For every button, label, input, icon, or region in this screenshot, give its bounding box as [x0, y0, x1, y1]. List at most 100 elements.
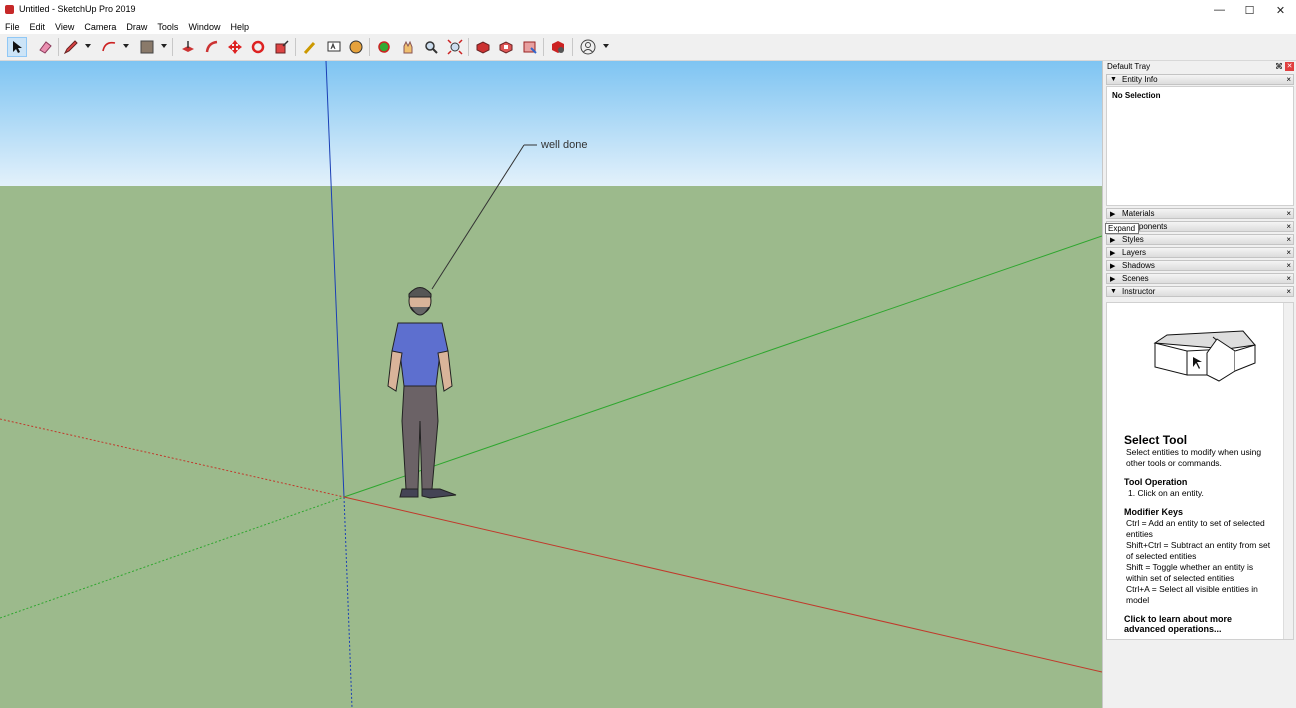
scale-figure-person[interactable]	[387, 287, 457, 499]
collapse-triangle-icon: ▼	[1110, 76, 1117, 83]
panel-shadows[interactable]: ▶ Shadows ×	[1106, 260, 1294, 271]
protractor-tool-button[interactable]	[346, 37, 366, 57]
instructor-scrollbar[interactable]	[1283, 303, 1293, 639]
zoom-extents-tool-button[interactable]	[445, 37, 465, 57]
arc-tool-button[interactable]	[99, 37, 119, 57]
paint-bucket-tool-button[interactable]	[137, 37, 157, 57]
menu-file[interactable]: File	[0, 20, 25, 34]
pencil-tool-button[interactable]	[61, 37, 81, 57]
green-axis-negative	[0, 496, 345, 619]
tape-measure-icon	[303, 41, 316, 55]
rotate-icon	[251, 40, 265, 54]
panel-scenes[interactable]: ▶ Scenes ×	[1106, 273, 1294, 284]
menu-help[interactable]: Help	[225, 20, 254, 34]
text-icon	[327, 41, 341, 52]
extension-warehouse-button[interactable]	[496, 37, 516, 57]
rotate-tool-button[interactable]	[248, 37, 268, 57]
zoom-tool-button[interactable]	[421, 37, 441, 57]
default-tray: Default Tray ⌘ ✕ ▼ Entity Info × No Sele…	[1102, 61, 1296, 708]
menu-draw[interactable]: Draw	[121, 20, 152, 34]
panel-close-icon[interactable]: ×	[1286, 248, 1291, 257]
orbit-tool-button[interactable]	[374, 37, 394, 57]
expand-triangle-icon: ▶	[1110, 250, 1116, 257]
tape-measure-tool-button[interactable]	[300, 37, 320, 57]
panel-layers[interactable]: ▶ Layers ×	[1106, 247, 1294, 258]
pan-tool-button[interactable]	[398, 37, 418, 57]
modifier-keys-heading: Modifier Keys	[1124, 507, 1184, 517]
window-title: Untitled - SketchUp Pro 2019	[19, 4, 136, 14]
follow-me-tool-button[interactable]	[202, 37, 222, 57]
modifier-line: Ctrl+A = Select all visible entities in …	[1126, 584, 1258, 605]
select-icon	[13, 41, 22, 53]
zoom-extents-icon	[447, 39, 463, 55]
layout-icon	[523, 41, 537, 54]
panel-materials[interactable]: ▶ Materials ×	[1106, 208, 1294, 219]
modifier-line: Shift = Toggle whether an entity is with…	[1126, 562, 1254, 583]
extension-manager-button[interactable]	[548, 37, 568, 57]
panel-close-icon[interactable]: ×	[1286, 75, 1291, 84]
red-axis	[343, 496, 1102, 673]
expand-triangle-icon: ▶	[1110, 211, 1116, 218]
layout-button[interactable]	[520, 37, 540, 57]
follow-me-icon	[205, 40, 218, 53]
close-icon[interactable]: ✕	[1265, 0, 1296, 20]
maximize-icon[interactable]: ☐	[1234, 0, 1265, 20]
eraser-tool-button[interactable]	[35, 37, 55, 57]
pan-icon	[403, 40, 413, 54]
red-axis-negative	[0, 418, 345, 498]
zoom-icon	[425, 41, 438, 54]
scale-icon	[275, 40, 289, 54]
menu-tools[interactable]: Tools	[152, 20, 183, 34]
panel-styles[interactable]: ▶ Styles ×	[1106, 234, 1294, 245]
sketchup-logo-icon	[5, 5, 14, 14]
modifier-line: Shift+Ctrl = Subtract an entity from set…	[1126, 540, 1271, 561]
toolbar	[0, 34, 1296, 61]
menu-bar: File Edit View Camera Draw Tools Window …	[0, 20, 1296, 34]
move-tool-button[interactable]	[225, 37, 245, 57]
minimize-icon[interactable]: —	[1204, 0, 1235, 20]
instructor-description: Select entities to modify when using oth…	[1126, 447, 1262, 468]
house-illustration	[1153, 330, 1256, 382]
menu-camera[interactable]: Camera	[79, 20, 121, 34]
panel-instructor[interactable]: ▼ Instructor ×	[1106, 286, 1294, 297]
scale-tool-button[interactable]	[272, 37, 292, 57]
tray-close-icon[interactable]: ✕	[1285, 62, 1294, 71]
extension-warehouse-icon	[499, 41, 513, 54]
tool-operation-text: 1. Click on an entity.	[1128, 488, 1204, 498]
extension-manager-icon	[552, 41, 564, 53]
eraser-icon	[39, 41, 52, 54]
panel-close-icon[interactable]: ×	[1286, 209, 1291, 218]
account-button[interactable]	[578, 37, 598, 57]
3d-warehouse-button[interactable]	[473, 37, 493, 57]
expand-triangle-icon: ▶	[1110, 237, 1116, 244]
modifier-line: Ctrl = Add an entity to set of selected …	[1126, 518, 1265, 539]
expand-triangle-icon: ▶	[1110, 276, 1116, 283]
blue-axis-negative	[343, 496, 353, 708]
menu-edit[interactable]: Edit	[25, 20, 51, 34]
account-icon	[580, 39, 596, 55]
selection-status: No Selection	[1112, 91, 1161, 100]
expand-tooltip: Expand	[1105, 223, 1139, 234]
instructor-content: Select Tool Select entities to modify wh…	[1106, 302, 1294, 640]
3d-warehouse-icon	[476, 41, 490, 54]
annotation-text[interactable]: well done	[541, 139, 587, 151]
learn-more-link[interactable]: Click to learn about more advanced opera…	[1124, 614, 1254, 634]
instructor-title: Select Tool	[1124, 433, 1188, 447]
panel-close-icon[interactable]: ×	[1286, 287, 1291, 296]
tray-title: Default Tray	[1107, 62, 1151, 71]
modeling-viewport[interactable]: well done	[0, 61, 1102, 708]
menu-window[interactable]: Window	[183, 20, 225, 34]
expand-triangle-icon: ▶	[1110, 263, 1116, 270]
panel-close-icon[interactable]: ×	[1286, 274, 1291, 283]
push-pull-tool-button[interactable]	[178, 37, 198, 57]
panel-close-icon[interactable]: ×	[1286, 235, 1291, 244]
text-tool-button[interactable]	[324, 37, 344, 57]
menu-view[interactable]: View	[50, 20, 79, 34]
panel-close-icon[interactable]: ×	[1286, 222, 1291, 231]
select-tool-button[interactable]	[7, 37, 27, 57]
pin-icon[interactable]: ⌘	[1275, 62, 1283, 71]
panel-entity-info[interactable]: ▼ Entity Info ×	[1106, 74, 1294, 85]
pencil-icon	[63, 40, 78, 55]
title-bar: Untitled - SketchUp Pro 2019 — ☐ ✕	[0, 0, 1296, 20]
panel-close-icon[interactable]: ×	[1286, 261, 1291, 270]
